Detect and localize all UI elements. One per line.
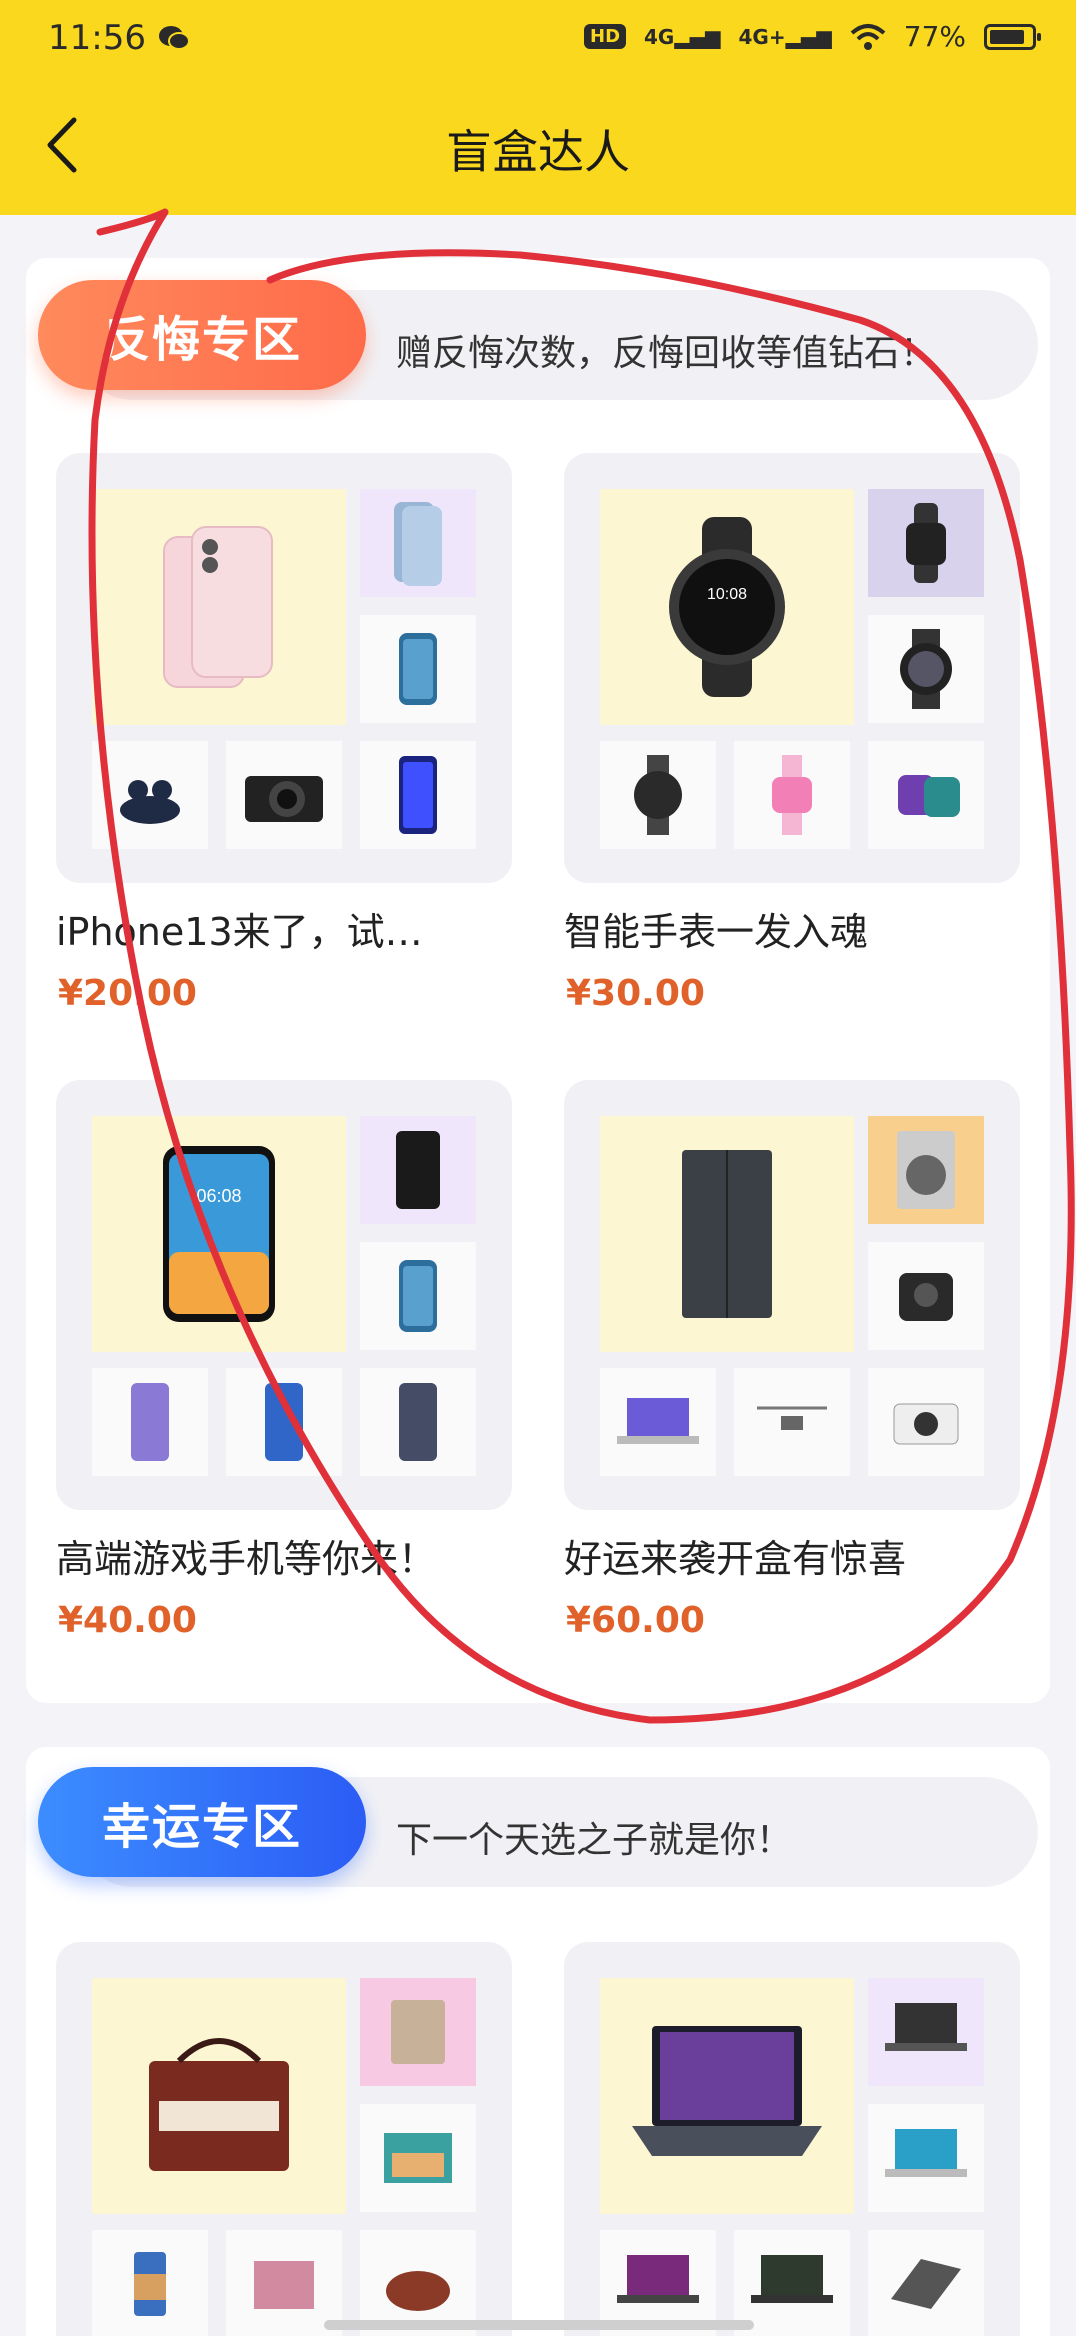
iphone-blue-image <box>360 489 476 597</box>
square-watch-image <box>868 489 984 597</box>
laptop-silver-image <box>868 2104 984 2212</box>
product-name: 高端游戏手机等你来！ <box>56 1537 437 1581</box>
product-images: 10:08 <box>564 453 1020 883</box>
product-name: 智能手表一发入魂 <box>564 910 869 954</box>
signal-icon: 4G+▂▄▆ <box>738 24 832 49</box>
smartwatch-image: 10:08 <box>600 489 854 725</box>
nav-header: 盲盒达人 <box>0 80 1076 215</box>
laptop-dark-image <box>868 1978 984 2086</box>
phone-black-image <box>360 1116 476 1224</box>
camera-image <box>226 741 342 849</box>
iphone-image <box>92 489 346 725</box>
section-slogan: 赠反悔次数，反悔回收等值钻石！ <box>396 333 937 374</box>
lucky-zone-section: 幸运专区 下一个天选之子就是你！ <box>26 1747 1050 2336</box>
regret-zone-section: 反悔专区 赠反悔次数，反悔回收等值钻石！ iPhone13来了，试… ¥20.0… <box>26 258 1050 1703</box>
snack-pack-image <box>226 2230 342 2336</box>
product-name: iPhone13来了，试… <box>56 910 423 954</box>
phone-blue-image <box>226 1368 342 1476</box>
nuts-can-image <box>92 2230 208 2336</box>
phone-purple-image <box>92 1368 208 1476</box>
signal-icon: 4G▂▄▆ <box>644 24 721 49</box>
product-price: ¥60.00 <box>566 1600 705 1641</box>
wechat-icon <box>159 26 190 50</box>
product-images: 06:08 <box>56 1080 512 1510</box>
section-header: 反悔专区 赠反悔次数，反悔回收等值钻石！ <box>38 280 1038 400</box>
projector-image <box>868 1242 984 1350</box>
iphone-small-image <box>360 1242 476 1350</box>
gift-set-image <box>360 2104 476 2212</box>
phone-gray-image <box>360 1368 476 1476</box>
product-images <box>564 1942 1020 2336</box>
earbuds-image <box>92 741 208 849</box>
section-tag: 幸运专区 <box>38 1767 366 1877</box>
classic-watch-image <box>600 741 716 849</box>
hd-icon: HD <box>584 24 627 49</box>
drone-image <box>734 1368 850 1476</box>
product-images <box>56 453 512 883</box>
gaming-laptop-image <box>600 1978 854 2214</box>
status-time: 11:56 <box>48 18 146 58</box>
product-images <box>564 1080 1020 1510</box>
section-header: 幸运专区 下一个天选之子就是你！ <box>38 1767 1038 1887</box>
status-bar: 11:56 HD 4G▂▄▆ 4G+▂▄▆ 77% <box>0 0 1076 80</box>
camera-white-image <box>868 1368 984 1476</box>
laptop-image <box>600 1368 716 1476</box>
svg-text:06:08: 06:08 <box>196 1186 241 1206</box>
product-price: ¥20.00 <box>58 973 197 1014</box>
product-price: ¥30.00 <box>566 973 705 1014</box>
home-indicator <box>324 2320 754 2330</box>
status-icons: HD 4G▂▄▆ 4G+▂▄▆ 77% <box>584 20 1041 53</box>
svg-text:10:08: 10:08 <box>707 586 747 603</box>
round-watch-image <box>868 615 984 723</box>
washing-machine-image <box>868 1116 984 1224</box>
product-images <box>56 1942 512 2336</box>
laptop-convertible-image <box>868 2230 984 2336</box>
wifi-icon <box>850 23 886 50</box>
phone-honor-image <box>360 741 476 849</box>
top-bar: 11:56 HD 4G▂▄▆ 4G+▂▄▆ 77% 盲盒达人 <box>0 0 1076 215</box>
section-slogan: 下一个天选之子就是你！ <box>396 1820 793 1861</box>
gift-box-image <box>92 1978 346 2214</box>
product-name: 好运来袭开盒有惊喜 <box>564 1537 907 1581</box>
battery-percent: 77% <box>903 20 966 53</box>
battery-icon <box>984 23 1041 50</box>
section-tag: 反悔专区 <box>38 280 366 390</box>
kids-watch-purple-image <box>868 741 984 849</box>
kids-watch-pink-image <box>734 741 850 849</box>
page-title: 盲盒达人 <box>446 125 630 179</box>
gaming-phone-image: 06:08 <box>92 1116 346 1352</box>
refrigerator-image <box>600 1116 854 1352</box>
product-price: ¥40.00 <box>58 1600 197 1641</box>
snack-bag-image <box>360 1978 476 2086</box>
iphone-small-image <box>360 615 476 723</box>
